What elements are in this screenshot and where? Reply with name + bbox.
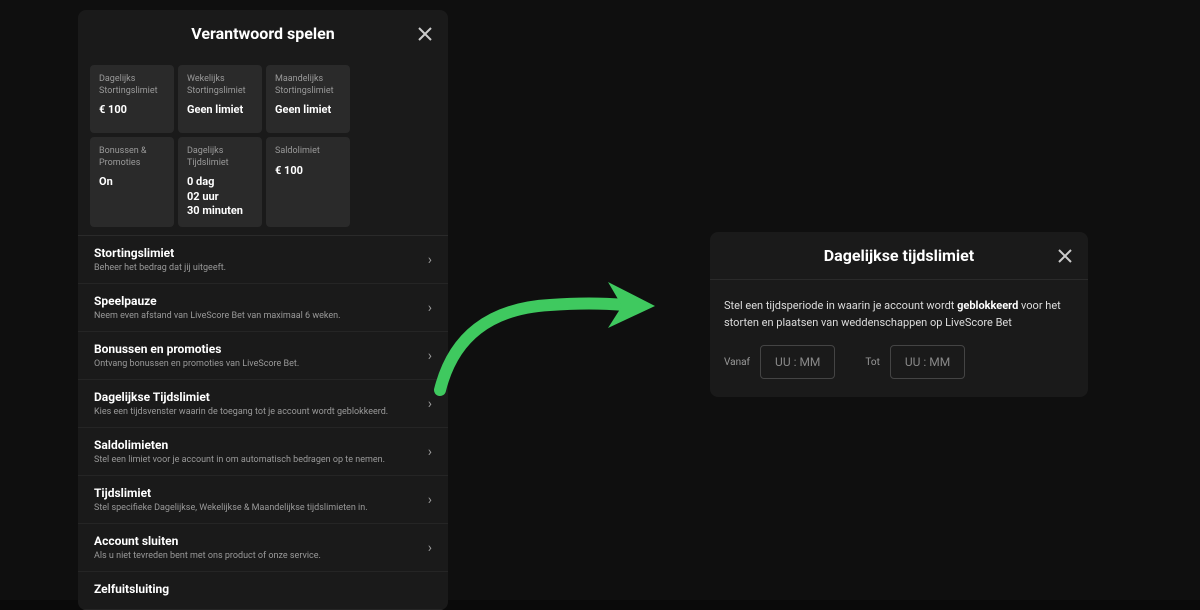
section-desc: Kies een tijdsvenster waarin de toegang … xyxy=(94,407,428,417)
section-close-account[interactable]: Account sluiten Als u niet tevreden bent… xyxy=(78,524,448,572)
responsible-gaming-modal: Verantwoord spelen DagelijksStortingslim… xyxy=(78,10,448,610)
section-desc: Als u niet tevreden bent met ons product… xyxy=(94,551,428,561)
card-label: DagelijksStortingslimiet xyxy=(99,74,165,97)
section-title: Bonussen en promoties xyxy=(94,342,428,356)
section-title: Speelpauze xyxy=(94,294,428,308)
daily-time-limit-modal: Dagelijkse tijdslimiet Stel een tijdsper… xyxy=(710,232,1088,397)
section-title: Saldolimieten xyxy=(94,438,428,452)
time-range-row: Vanaf UU : MM Tot UU : MM xyxy=(724,345,1074,379)
modal-title: Verantwoord spelen xyxy=(191,24,335,43)
card-value: On xyxy=(99,175,165,189)
section-title: Tijdslimiet xyxy=(94,486,428,500)
section-title: Dagelijkse Tijdslimiet xyxy=(94,390,428,404)
section-desc: Stel specifieke Dagelijkse, Wekelijkse &… xyxy=(94,503,428,513)
time-to-input[interactable]: UU : MM xyxy=(890,345,965,379)
modal-header: Dagelijkse tijdslimiet xyxy=(710,232,1088,280)
card-value: 0 dag02 uur30 minuten xyxy=(187,175,253,218)
instruction-text: Stel een tijdsperiode in waarin je accou… xyxy=(724,298,1074,331)
card-value: € 100 xyxy=(99,103,165,117)
chevron-right-icon: › xyxy=(428,300,432,316)
section-time-limit[interactable]: Tijdslimiet Stel specifieke Dagelijkse, … xyxy=(78,476,448,524)
section-title: Account sluiten xyxy=(94,534,428,548)
from-label: Vanaf xyxy=(724,357,750,368)
card-daily-deposit[interactable]: DagelijksStortingslimiet € 100 xyxy=(90,65,174,133)
time-from-field: Vanaf UU : MM xyxy=(724,345,835,379)
chevron-right-icon: › xyxy=(428,396,432,412)
section-daily-time-limit[interactable]: Dagelijkse Tijdslimiet Kies een tijdsven… xyxy=(78,380,448,428)
card-label: DagelijksTijdslimiet xyxy=(187,146,253,169)
limit-cards-grid: DagelijksStortingslimiet € 100 Wekelijks… xyxy=(78,57,448,235)
section-play-pause[interactable]: Speelpauze Neem even afstand van LiveSco… xyxy=(78,284,448,332)
section-self-exclusion[interactable]: Zelfuitsluiting xyxy=(78,572,448,610)
modal-body: Stel een tijdsperiode in waarin je accou… xyxy=(710,280,1088,397)
card-value: € 100 xyxy=(275,164,341,178)
modal-header: Verantwoord spelen xyxy=(78,10,448,57)
section-desc: Neem even afstand van LiveScore Bet van … xyxy=(94,311,428,321)
card-label: MaandelijksStortingslimiet xyxy=(275,74,341,97)
section-desc: Stel een limiet voor je account in om au… xyxy=(94,455,428,465)
card-label: Bonussen &Promoties xyxy=(99,146,165,169)
card-value: Geen limiet xyxy=(187,103,253,117)
section-bonuses[interactable]: Bonussen en promoties Ontvang bonussen e… xyxy=(78,332,448,380)
card-monthly-deposit[interactable]: MaandelijksStortingslimiet Geen limiet xyxy=(266,65,350,133)
section-title: Stortingslimiet xyxy=(94,246,428,260)
time-from-input[interactable]: UU : MM xyxy=(760,345,835,379)
section-deposit-limit[interactable]: Stortingslimiet Beheer het bedrag dat ji… xyxy=(78,236,448,284)
card-label: WekelijksStortingslimiet xyxy=(187,74,253,97)
section-desc: Beheer het bedrag dat jij uitgeeft. xyxy=(94,263,428,273)
chevron-right-icon: › xyxy=(428,348,432,364)
to-label: Tot xyxy=(865,357,879,368)
close-icon xyxy=(418,27,432,41)
card-bonuses[interactable]: Bonussen &Promoties On xyxy=(90,137,174,227)
section-title: Zelfuitsluiting xyxy=(94,582,432,596)
chevron-right-icon: › xyxy=(428,540,432,556)
section-balance-limits[interactable]: Saldolimieten Stel een limiet voor je ac… xyxy=(78,428,448,476)
chevron-right-icon: › xyxy=(428,252,432,268)
section-desc: Ontvang bonussen en promoties van LiveSc… xyxy=(94,359,428,369)
card-balance-limit[interactable]: Saldolimiet € 100 xyxy=(266,137,350,227)
card-label: Saldolimiet xyxy=(275,146,341,158)
card-value: Geen limiet xyxy=(275,103,341,117)
close-button[interactable] xyxy=(1056,247,1074,265)
close-button[interactable] xyxy=(416,25,434,43)
card-weekly-deposit[interactable]: WekelijksStortingslimiet Geen limiet xyxy=(178,65,262,133)
chevron-right-icon: › xyxy=(428,444,432,460)
chevron-right-icon: › xyxy=(428,492,432,508)
modal-title: Dagelijkse tijdslimiet xyxy=(824,246,974,265)
card-daily-time-limit[interactable]: DagelijksTijdslimiet 0 dag02 uur30 minut… xyxy=(178,137,262,227)
settings-sections: Stortingslimiet Beheer het bedrag dat ji… xyxy=(78,235,448,610)
time-to-field: Tot UU : MM xyxy=(865,345,965,379)
close-icon xyxy=(1058,249,1072,263)
